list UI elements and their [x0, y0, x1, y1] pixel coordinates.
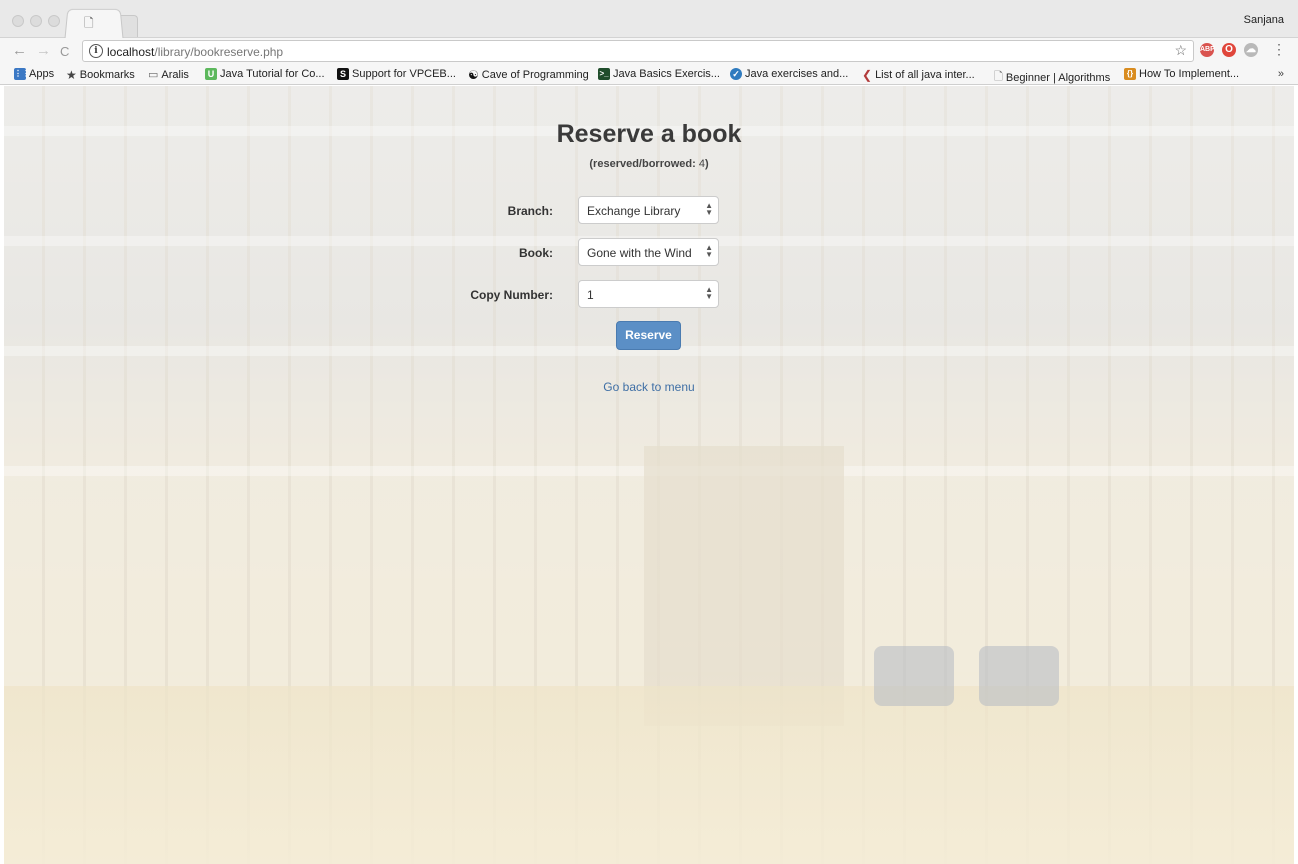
select-arrows-icon: ▲ ▼: [705, 243, 713, 259]
star-icon: ★: [66, 68, 77, 82]
u-icon: U: [205, 68, 217, 80]
copy-number-label: Copy Number:: [470, 288, 553, 302]
apps-icon: ⋮⋮: [14, 68, 30, 80]
book-select-value: Gone with the Wind: [587, 246, 692, 260]
yin-yang-icon: ☯: [468, 68, 479, 82]
book-label: Book:: [519, 246, 553, 260]
menu-icon[interactable]: ⋮: [1272, 41, 1286, 58]
active-tab[interactable]: [64, 8, 124, 39]
forward-arrow-icon[interactable]: →: [36, 42, 51, 60]
quote-icon: ❮: [862, 68, 873, 82]
bookmark-apps[interactable]: ⋮⋮ Apps: [14, 68, 54, 80]
book-select[interactable]: Gone with the Wind ▲ ▼: [578, 238, 719, 266]
select-arrows-icon: ▲ ▼: [705, 201, 713, 217]
folder-icon: ▭: [148, 69, 159, 81]
copy-number-select-value: 1: [587, 288, 594, 302]
branch-select-value: Exchange Library: [587, 204, 681, 218]
bookmark-how-to-implement[interactable]: {} How To Implement...: [1124, 68, 1239, 80]
bookmark-label: Support for VPCEB...: [352, 68, 456, 80]
bookmark-label: Cave of Programming: [481, 69, 589, 81]
cloud-icon[interactable]: ☁: [1244, 43, 1258, 57]
more-bookmarks-icon[interactable]: »: [1278, 68, 1284, 80]
bookmark-java-basics[interactable]: >_ Java Basics Exercis...: [598, 68, 720, 80]
bookmark-label: List of all java inter...: [875, 69, 975, 81]
bookmark-label: Java Tutorial for Co...: [220, 68, 325, 80]
profile-name[interactable]: Sanjana: [1244, 14, 1284, 26]
branch-select[interactable]: Exchange Library ▲ ▼: [578, 196, 719, 224]
bookmark-beginner-algorithms[interactable]: 🗋 Beginner | Algorithms: [994, 68, 1110, 87]
back-arrow-icon[interactable]: ←: [12, 42, 27, 60]
reserve-form-container: Reserve a book (reserved/borrowed: 4) Br…: [4, 86, 1294, 864]
bookmark-support-vpceb[interactable]: S Support for VPCEB...: [337, 68, 456, 80]
opera-icon[interactable]: O: [1222, 43, 1236, 57]
browser-window: 🗋 Sanjana ← → C i localhost/library/book…: [0, 0, 1298, 864]
browser-toolbar: ← → C i localhost/library/bookreserve.ph…: [0, 38, 1298, 65]
bookmark-star-icon[interactable]: ☆: [1174, 42, 1187, 59]
info-icon[interactable]: i: [89, 44, 103, 58]
url-host: localhost: [107, 45, 155, 59]
select-arrows-icon: ▲ ▼: [705, 285, 713, 301]
abp-icon[interactable]: ABP: [1200, 43, 1215, 57]
reserve-button[interactable]: Reserve: [616, 321, 681, 350]
compass-icon: ✓: [730, 68, 742, 80]
close-window-button[interactable]: [12, 15, 24, 27]
bookmarks-bar: ⋮⋮ Apps ★ Bookmarks ▭ Aralis U Java Tutorial…: [0, 65, 1298, 85]
brackets-icon: {}: [1124, 68, 1136, 80]
minimize-window-button[interactable]: [30, 15, 42, 27]
bookmark-label: Java exercises and...: [745, 68, 849, 80]
url-path: /library/bookreserve.php: [154, 45, 284, 59]
bookmark-java-tutorial[interactable]: U Java Tutorial for Co...: [205, 68, 325, 80]
bookmark-label: Apps: [29, 68, 55, 80]
zoom-window-button[interactable]: [48, 15, 60, 27]
reservation-count-end: ): [704, 158, 709, 170]
branch-label: Branch:: [507, 204, 553, 218]
bookmark-label: Aralis: [161, 68, 189, 81]
page-title: Reserve a book: [556, 120, 742, 148]
reservation-count-label: (reserved/borrowed:: [589, 158, 699, 170]
bookmark-label: Java Basics Exercis...: [613, 68, 720, 80]
bookmark-java-interview[interactable]: ❮ List of all java inter...: [862, 68, 975, 82]
title-bar: 🗋 Sanjana: [0, 0, 1298, 39]
copy-number-select[interactable]: 1 ▲ ▼: [578, 280, 719, 308]
s-icon: S: [337, 68, 349, 80]
back-to-menu-link[interactable]: Go back to menu: [4, 380, 1294, 394]
document-icon: 🗋: [994, 71, 1003, 83]
bookmark-label: Bookmarks: [79, 69, 135, 81]
bookmark-aralis[interactable]: ▭ Aralis: [148, 68, 189, 82]
terminal-icon: >_: [598, 68, 610, 80]
bookmark-bookmarks[interactable]: ★ Bookmarks: [66, 68, 135, 82]
address-bar[interactable]: i localhost/library/bookreserve.php ☆: [82, 40, 1194, 62]
page-viewport: Reserve a book (reserved/borrowed: 4) Br…: [4, 86, 1294, 864]
bookmark-java-exercises[interactable]: ✓ Java exercises and...: [730, 68, 848, 80]
bookmark-cave-of-programming[interactable]: ☯ Cave of Programming: [468, 68, 589, 82]
url-text: localhost/library/bookreserve.php: [107, 45, 283, 59]
bookmark-label: Beginner | Algorithms: [1005, 71, 1111, 84]
reservation-count: (reserved/borrowed: 4): [4, 158, 1294, 170]
reload-icon[interactable]: C: [60, 43, 69, 61]
bookmark-label: How To Implement...: [1139, 68, 1240, 80]
document-icon: 🗋: [84, 16, 94, 30]
